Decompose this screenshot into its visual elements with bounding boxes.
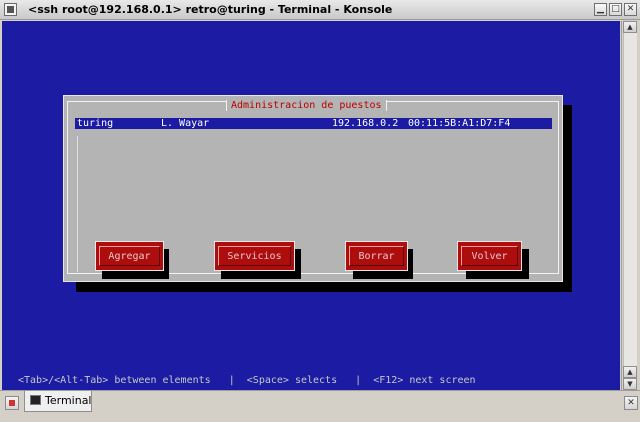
host-mac: 00:11:5B:A1:D7:F4 (408, 118, 511, 129)
terminal-icon (30, 395, 41, 405)
vertical-scrollbar[interactable]: ▲ ▲ ▼ (621, 21, 638, 390)
tab-terminal[interactable]: Terminal (24, 391, 92, 412)
terminal-area[interactable]: Administracion de puestos turing L. Waya… (2, 21, 620, 390)
host-name: turing (77, 118, 114, 129)
scroll-up-icon[interactable]: ▲ (623, 21, 637, 33)
window-title: <ssh root@192.168.0.1> retro@turing - Te… (28, 3, 393, 16)
back-button-label: Volver (461, 246, 518, 266)
window-menu-icon[interactable] (4, 3, 17, 16)
delete-button-label: Borrar (349, 246, 404, 266)
maximize-button[interactable]: □ (609, 3, 622, 16)
services-button-label: Servicios (218, 246, 291, 266)
scroll-track[interactable] (623, 33, 637, 378)
host-user: L. Wayar (161, 118, 210, 129)
admin-dialog: Administracion de puestos turing L. Waya… (63, 95, 563, 282)
close-button[interactable]: ✕ (624, 3, 637, 16)
minimize-button[interactable]: ▁ (594, 3, 607, 16)
scroll-down-icon[interactable]: ▼ (623, 378, 637, 390)
host-list[interactable]: turing L. Wayar 192.168.0.2 00:11:5B:A1:… (75, 118, 552, 129)
list-scroll-indicator (69, 136, 78, 272)
title-bar[interactable]: <ssh root@192.168.0.1> retro@turing - Te… (0, 0, 640, 20)
add-button-label: Agregar (99, 246, 160, 266)
close-tab-icon[interactable]: ✕ (624, 396, 638, 410)
add-button[interactable]: Agregar (95, 241, 164, 271)
new-tab-icon[interactable] (5, 396, 19, 410)
host-ip: 192.168.0.2 (332, 118, 399, 129)
services-button[interactable]: Servicios (214, 241, 295, 271)
session-tab-bar: Terminal ✕ (0, 390, 640, 422)
tab-label: Terminal (45, 394, 92, 407)
key-hints: <Tab>/<Alt-Tab> between elements | <Spac… (18, 375, 476, 386)
delete-button[interactable]: Borrar (345, 241, 408, 271)
dialog-title: Administracion de puestos (226, 100, 387, 114)
scroll-up-small-icon[interactable]: ▲ (623, 366, 637, 378)
back-button[interactable]: Volver (457, 241, 522, 271)
